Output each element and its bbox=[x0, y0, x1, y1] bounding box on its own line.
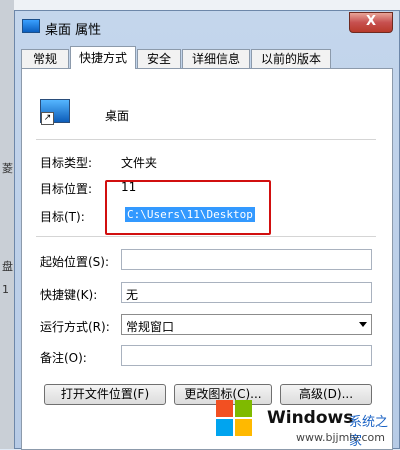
comment-input[interactable] bbox=[121, 345, 372, 366]
tab-general[interactable]: 常规 bbox=[21, 49, 69, 68]
divider bbox=[36, 236, 376, 237]
hotkey-value: 无 bbox=[126, 288, 139, 302]
windows-logo-icon bbox=[216, 400, 254, 438]
tab-details[interactable]: 详细信息 bbox=[182, 49, 250, 68]
background-text: 盘 bbox=[2, 260, 13, 273]
shortcut-desktop-icon: ↗ bbox=[40, 99, 70, 125]
background-window-strip: 菱 盘 1 bbox=[0, 0, 15, 449]
dialog-title: 桌面 属性 bbox=[45, 23, 102, 38]
tab-shortcut[interactable]: 快捷方式 bbox=[70, 46, 136, 69]
run-label: 运行方式(R): bbox=[40, 320, 110, 334]
watermark-url: www.bjjmlv.com bbox=[296, 431, 385, 444]
desktop-icon bbox=[22, 19, 40, 33]
target-type-value: 文件夹 bbox=[121, 156, 158, 170]
title-bar[interactable]: 桌面 属性 X bbox=[15, 11, 399, 41]
background-text: 菱 bbox=[2, 162, 13, 175]
background-window-top bbox=[14, 0, 400, 10]
target-label: 目标(T): bbox=[40, 210, 85, 224]
tab-previous-versions[interactable]: 以前的版本 bbox=[251, 49, 331, 68]
target-location-label: 目标位置: bbox=[40, 182, 93, 196]
chevron-down-icon bbox=[359, 322, 367, 327]
shortcut-panel: ↗ 桌面 目标类型: 文件夹 目标位置: 11 目标(T): C:\Users\… bbox=[21, 68, 393, 450]
close-button[interactable]: X bbox=[349, 12, 393, 33]
divider bbox=[36, 139, 376, 140]
watermark: Windows 系统之家 www.bjjmlv.com bbox=[210, 398, 400, 449]
background-text: 1 bbox=[2, 283, 9, 296]
open-file-location-button[interactable]: 打开文件位置(F) bbox=[44, 384, 166, 405]
watermark-brand: Windows bbox=[267, 408, 354, 428]
annotation-highlight-box bbox=[105, 180, 271, 235]
start-in-label: 起始位置(S): bbox=[40, 255, 110, 269]
run-value: 常规窗口 bbox=[126, 320, 175, 334]
shortcut-name: 桌面 bbox=[105, 109, 130, 123]
start-in-input[interactable] bbox=[121, 249, 372, 270]
target-type-label: 目标类型: bbox=[40, 156, 93, 170]
hotkey-input[interactable]: 无 bbox=[121, 282, 372, 303]
tab-security[interactable]: 安全 bbox=[137, 49, 181, 68]
comment-label: 备注(O): bbox=[40, 351, 87, 365]
hotkey-label: 快捷键(K): bbox=[40, 288, 98, 302]
shortcut-arrow-icon: ↗ bbox=[41, 112, 54, 125]
run-select[interactable]: 常规窗口 bbox=[121, 314, 372, 335]
